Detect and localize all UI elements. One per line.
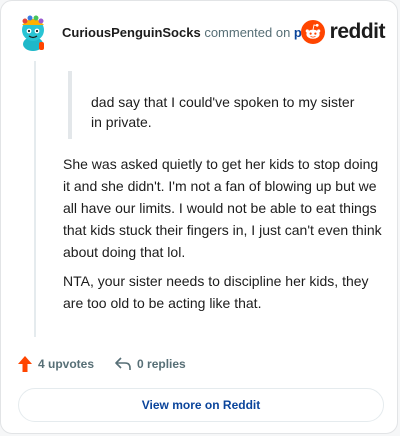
- comment-byline: CuriousPenguinSocks commented on post: [62, 25, 321, 41]
- user-avatar-icon[interactable]: [15, 15, 51, 53]
- comment-actions: 4 upvotes 0 replies: [17, 353, 186, 375]
- reply-button[interactable]: 0 replies: [114, 356, 186, 372]
- comment-paragraph: She was asked quietly to get her kids to…: [63, 156, 382, 260]
- reddit-logo-icon: [300, 20, 325, 44]
- reply-count: 0 replies: [137, 357, 186, 371]
- comment-paragraph: NTA, your sister needs to discipline her…: [63, 273, 369, 311]
- reddit-wordmark: reddit: [329, 20, 386, 43]
- embedded-comment-card: CuriousPenguinSocks commented on post re…: [0, 0, 398, 434]
- comment-header: CuriousPenguinSocks commented on post re…: [15, 15, 386, 53]
- upvote-count: 4 upvotes: [38, 357, 95, 371]
- upvote-button[interactable]: 4 upvotes: [17, 355, 94, 373]
- upvote-arrow-icon: [18, 356, 32, 372]
- reply-arrow-icon: [115, 357, 131, 370]
- thread-line: [34, 61, 36, 337]
- username-link[interactable]: CuriousPenguinSocks: [62, 25, 201, 40]
- action-text: commented on: [200, 25, 294, 40]
- quoted-text: dad say that I could've spoken to my sis…: [68, 71, 358, 139]
- reddit-logo[interactable]: reddit: [300, 19, 386, 45]
- view-more-button[interactable]: View more on Reddit: [18, 388, 384, 422]
